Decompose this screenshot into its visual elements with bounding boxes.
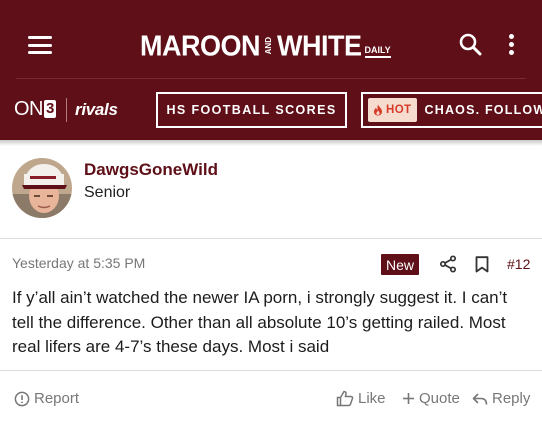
flame-icon xyxy=(374,104,382,116)
on3-logo[interactable]: ON 3 xyxy=(14,98,56,121)
report-label: Report xyxy=(34,390,80,407)
on3-three: 3 xyxy=(44,100,56,118)
header-divider xyxy=(16,78,526,79)
post-body: If y’all ain’t watched the newer IA porn… xyxy=(12,288,508,356)
separator xyxy=(0,370,542,371)
quote-label: Quote xyxy=(419,390,460,407)
menu-icon[interactable] xyxy=(28,36,52,54)
post-timestamp[interactable]: Yesterday at 5:35 PM xyxy=(12,255,145,271)
like-button[interactable]: Like xyxy=(336,390,386,407)
reply-label: Reply xyxy=(492,390,531,407)
like-label: Like xyxy=(358,390,386,407)
kebab-icon[interactable] xyxy=(505,34,517,58)
avatar[interactable] xyxy=(12,158,72,218)
new-badge: New xyxy=(381,254,420,275)
hs-football-scores-button[interactable]: HS FOOTBALL SCORES xyxy=(156,92,347,128)
thumbs-up-icon xyxy=(336,390,354,407)
brand-separator xyxy=(66,98,67,122)
logo-daily: DAILY xyxy=(364,45,391,58)
reply-icon xyxy=(472,392,488,405)
separator xyxy=(0,238,542,239)
author-name[interactable]: DawgsGoneWild xyxy=(84,160,218,180)
header-shadow xyxy=(0,140,542,146)
quote-button[interactable]: Quote xyxy=(402,390,460,407)
hot-topic-button[interactable]: HOT CHAOS. FOLLOW xyxy=(361,92,542,128)
plus-icon xyxy=(403,393,414,404)
share-icon[interactable] xyxy=(439,255,457,273)
logo-maroon: MAROON xyxy=(140,29,261,62)
rivals-logo[interactable]: rivals xyxy=(75,100,118,120)
top-bar: MAROON AND WHITE DAILY ON 3 rivals HS FOO… xyxy=(0,0,542,140)
post-number[interactable]: #12 xyxy=(507,256,530,272)
bookmark-icon[interactable] xyxy=(474,256,490,273)
author-title: Senior xyxy=(84,184,131,201)
logo-and: AND xyxy=(264,37,273,55)
report-button[interactable]: Report xyxy=(14,390,79,407)
reply-button[interactable]: Reply xyxy=(472,390,530,407)
report-icon xyxy=(14,391,30,406)
hs-football-scores-label: HS FOOTBALL SCORES xyxy=(166,103,337,117)
hot-badge: HOT xyxy=(368,98,418,122)
on3-text: ON xyxy=(14,98,44,120)
site-logo[interactable]: MAROON AND WHITE DAILY xyxy=(140,29,391,63)
logo-white: WHITE xyxy=(277,29,362,62)
hot-topic-label: CHAOS. FOLLOW xyxy=(424,103,542,117)
avatar-image xyxy=(12,158,72,218)
search-icon[interactable] xyxy=(458,32,482,56)
hot-badge-label: HOT xyxy=(386,104,412,116)
